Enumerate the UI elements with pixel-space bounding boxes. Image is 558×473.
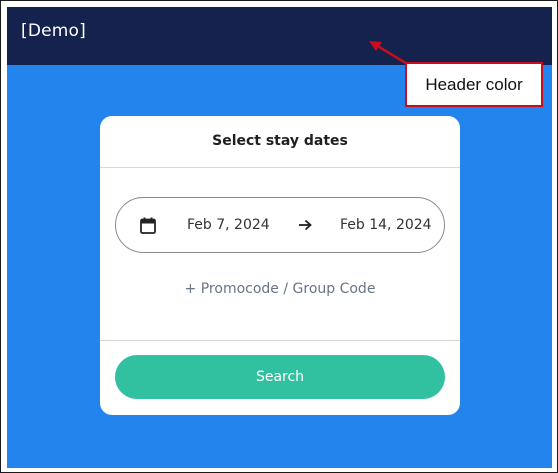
calendar-icon (140, 217, 156, 234)
annotation-label: Header color (425, 75, 523, 94)
booking-page: [Demo] Select stay dates Feb 7, 2024 Feb… (7, 7, 552, 468)
search-button[interactable]: Search (115, 355, 445, 399)
page-header: [Demo] (7, 7, 552, 65)
annotation-callout: Header color (405, 62, 543, 107)
booking-card: Select stay dates Feb 7, 2024 Feb 14, 20… (100, 116, 460, 415)
check-out-date[interactable]: Feb 14, 2024 (340, 216, 432, 234)
brand-title[interactable]: [Demo] (21, 20, 86, 42)
check-in-date[interactable]: Feb 7, 2024 (187, 216, 270, 234)
arrow-right-icon (299, 219, 312, 231)
footer-divider (100, 340, 460, 341)
screenshot-frame: [Demo] Select stay dates Feb 7, 2024 Feb… (0, 0, 558, 473)
title-divider (100, 167, 460, 168)
card-title: Select stay dates (212, 133, 348, 149)
date-range-picker[interactable]: Feb 7, 2024 Feb 14, 2024 (115, 197, 445, 253)
promo-code-link[interactable]: + Promocode / Group Code (100, 279, 460, 299)
